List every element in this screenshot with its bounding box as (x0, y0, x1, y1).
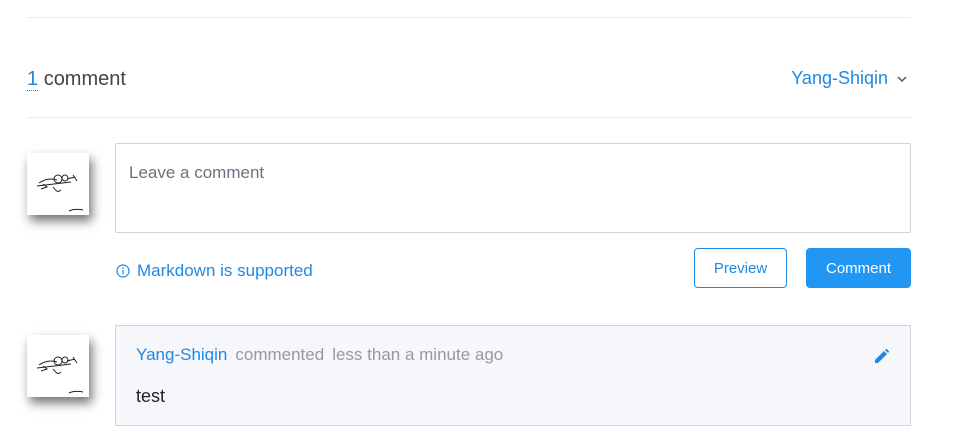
user-menu-name: Yang-Shiqin (791, 68, 888, 88)
avatar (27, 153, 89, 215)
chevron-down-icon (896, 73, 908, 85)
pencil-icon[interactable] (873, 348, 890, 365)
info-icon (116, 264, 130, 278)
comment-header: Yang-Shiqin commented less than a minute… (136, 345, 503, 365)
comment-card: Yang-Shiqin commented less than a minute… (115, 325, 911, 426)
comment-input[interactable] (115, 143, 911, 233)
comment-count-number[interactable]: 1 (27, 68, 39, 91)
top-divider (27, 17, 911, 18)
markdown-note[interactable]: Markdown is supported (116, 261, 313, 281)
header-divider (27, 117, 911, 118)
comment-body: test (136, 386, 166, 406)
comment-time: less than a minute ago (332, 345, 504, 364)
avatar-sketch-icon (36, 174, 84, 212)
markdown-note-text: Markdown is supported (137, 261, 313, 280)
comment-count: 1 comment (27, 68, 126, 91)
comment-avatar (27, 335, 89, 397)
comment-action: commented (235, 345, 325, 364)
user-menu[interactable]: Yang-Shiqin (791, 68, 908, 89)
preview-button[interactable]: Preview (694, 248, 787, 288)
comment-count-label: comment (43, 68, 126, 90)
comment-author[interactable]: Yang-Shiqin (136, 345, 227, 365)
avatar-sketch-icon (36, 356, 84, 394)
comment-button[interactable]: Comment (806, 248, 911, 288)
